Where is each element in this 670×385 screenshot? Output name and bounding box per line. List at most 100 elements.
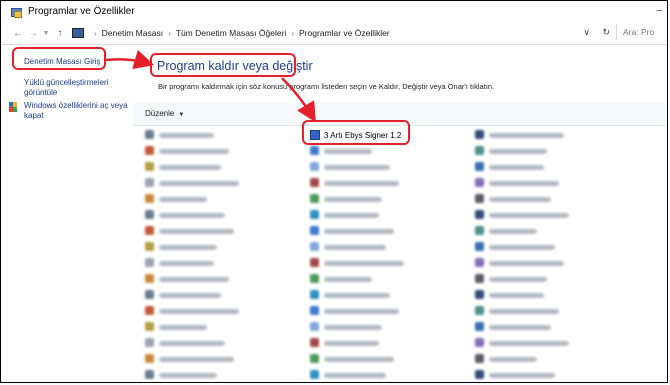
program-icon [475, 162, 484, 171]
program-row [133, 240, 666, 254]
program-item[interactable] [310, 289, 460, 301]
program-name-blurred [159, 357, 234, 362]
program-item[interactable] [475, 161, 625, 173]
program-item[interactable] [310, 305, 460, 317]
program-item[interactable] [145, 289, 295, 301]
address-bar[interactable]: ← → ▼ ↑ › Denetim Masası › Tüm Denetim M… [2, 22, 666, 45]
program-item[interactable] [475, 193, 625, 205]
program-name-blurred [324, 357, 394, 362]
program-item[interactable] [145, 369, 295, 381]
program-name-blurred [489, 165, 544, 170]
program-item[interactable] [475, 129, 625, 141]
program-item[interactable] [145, 193, 295, 205]
chevron-down-icon[interactable]: ∨ [583, 27, 590, 37]
sidebar-link-updates[interactable]: Yüklü güncelleştirmeleri görüntüle [24, 78, 122, 98]
breadcrumb-separator[interactable]: › [168, 29, 171, 38]
program-item[interactable] [145, 321, 295, 333]
program-item[interactable] [475, 225, 625, 237]
program-item[interactable] [310, 257, 460, 269]
program-item[interactable] [475, 241, 625, 253]
program-item[interactable] [310, 321, 460, 333]
program-item[interactable] [475, 321, 625, 333]
program-item[interactable] [475, 273, 625, 285]
program-item[interactable] [475, 289, 625, 301]
program-item[interactable] [145, 257, 295, 269]
breadcrumb-separator[interactable]: › [94, 29, 97, 38]
program-icon [310, 242, 319, 251]
program-item[interactable] [145, 353, 295, 365]
program-name-blurred [159, 293, 221, 298]
program-item[interactable] [310, 145, 460, 157]
refresh-icon[interactable]: ↻ [602, 27, 610, 37]
breadcrumb-all-items[interactable]: Tüm Denetim Masası Öğeleri [176, 28, 287, 38]
forward-arrow-icon[interactable]: → [27, 28, 39, 39]
program-item[interactable] [145, 241, 295, 253]
program-item[interactable] [475, 369, 625, 381]
program-icon [310, 274, 319, 283]
program-item[interactable] [475, 257, 625, 269]
program-item[interactable] [145, 273, 295, 285]
back-arrow-icon[interactable]: ← [12, 28, 24, 39]
program-icon [310, 322, 319, 331]
program-list[interactable]: 3 Artı Ebys Signer 1.2 [133, 126, 666, 381]
program-item[interactable] [145, 129, 295, 141]
organize-button[interactable]: Düzenle ▼ [145, 109, 184, 118]
program-item[interactable] [475, 305, 625, 317]
program-item[interactable] [475, 337, 625, 349]
program-name-blurred [489, 341, 569, 346]
program-item[interactable] [310, 241, 460, 253]
program-item[interactable] [310, 161, 460, 173]
program-name-blurred [324, 293, 390, 298]
program-item[interactable] [145, 145, 295, 157]
program-name-blurred [324, 213, 379, 218]
program-item[interactable] [310, 177, 460, 189]
program-item[interactable] [310, 273, 460, 285]
sidebar-link-windows-features[interactable]: Windows özelliklerini aç veya kapat [24, 101, 129, 121]
program-icon [145, 226, 154, 235]
program-name-blurred [324, 309, 399, 314]
program-name-blurred [324, 149, 372, 154]
program-row [133, 272, 666, 286]
program-item[interactable] [310, 225, 460, 237]
program-item[interactable] [310, 209, 460, 221]
program-row [133, 224, 666, 238]
minimize-icon[interactable]: – [656, 5, 662, 16]
program-row [133, 192, 666, 206]
program-item[interactable] [475, 145, 625, 157]
program-icon [145, 210, 154, 219]
program-item[interactable] [310, 193, 460, 205]
program-name-blurred [324, 261, 404, 266]
program-item[interactable] [310, 369, 460, 381]
program-item[interactable] [145, 209, 295, 221]
program-name-blurred [489, 133, 564, 138]
program-item[interactable] [475, 177, 625, 189]
program-row [133, 352, 666, 366]
program-item[interactable] [145, 225, 295, 237]
program-name-blurred [159, 277, 229, 282]
breadcrumb-separator[interactable]: › [291, 29, 294, 38]
program-name-blurred [489, 197, 551, 202]
program-name-blurred [159, 213, 225, 218]
program-icon [145, 130, 154, 139]
program-name-blurred [159, 149, 229, 154]
program-item[interactable] [145, 337, 295, 349]
program-icon [475, 338, 484, 347]
program-row [133, 160, 666, 174]
breadcrumb-control-panel[interactable]: Denetim Masası [102, 28, 163, 38]
program-name-blurred [159, 165, 221, 170]
program-item[interactable] [145, 177, 295, 189]
program-icon [145, 194, 154, 203]
program-item[interactable] [475, 353, 625, 365]
recent-locations-icon[interactable]: ▼ [40, 30, 52, 37]
program-icon [310, 290, 319, 299]
up-arrow-icon[interactable]: ↑ [54, 28, 66, 39]
program-item[interactable] [475, 209, 625, 221]
chevron-down-icon: ▼ [178, 112, 185, 118]
program-item[interactable] [145, 305, 295, 317]
breadcrumb-programs[interactable]: Programlar ve Özellikler [299, 28, 390, 38]
program-item[interactable] [145, 161, 295, 173]
search-input[interactable]: Ara: Pro [616, 24, 666, 40]
address-controls: ∨ ↻ [573, 27, 610, 38]
program-item[interactable] [310, 337, 460, 349]
program-item[interactable] [310, 353, 460, 365]
